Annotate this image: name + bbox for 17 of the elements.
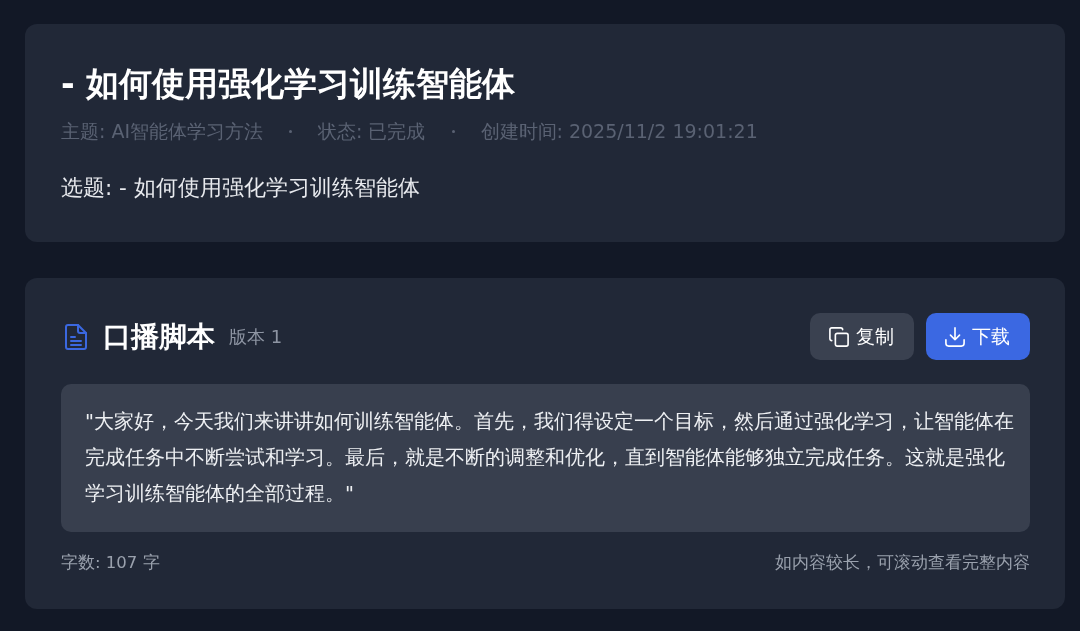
- separator-dot-icon: [451, 129, 455, 133]
- section-title: 口播脚本: [103, 318, 215, 355]
- meta-text: 状态: 已完成: [318, 119, 426, 143]
- separator-dot-icon: [289, 129, 293, 133]
- copy-button[interactable]: 复制: [810, 313, 914, 360]
- version-label: 版本 1: [229, 324, 283, 349]
- download-icon: [945, 326, 965, 347]
- copy-icon: [829, 326, 849, 347]
- script-text: "大家好，今天我们来讲讲如何训练智能体。首先，我们得设定一个目标，然后通过强化学习，让智能体在完成任务中不断尝试和学习。最后，就是不断的调整和优化，直到智能体能够独立完成任务。这就是强化学习训练智能体的全部过程。": [85, 409, 1015, 507]
- page-title: - 如何使用强化学习训练智能体: [61, 63, 517, 105]
- scroll-hint: 如内容较长，可滚动查看完整内容: [775, 552, 1030, 574]
- topic-text: 选题: - 如何使用强化学习训练智能体: [61, 174, 421, 202]
- word-count: 字数: 107 字: [61, 552, 160, 574]
- download-button[interactable]: 下载: [926, 313, 1030, 360]
- meta-text: 主题: AI智能体学习方法: [61, 119, 264, 143]
- meta-text: 创建时间: 2025/11/2 19:01:21: [480, 119, 758, 143]
- document-icon: [64, 323, 88, 350]
